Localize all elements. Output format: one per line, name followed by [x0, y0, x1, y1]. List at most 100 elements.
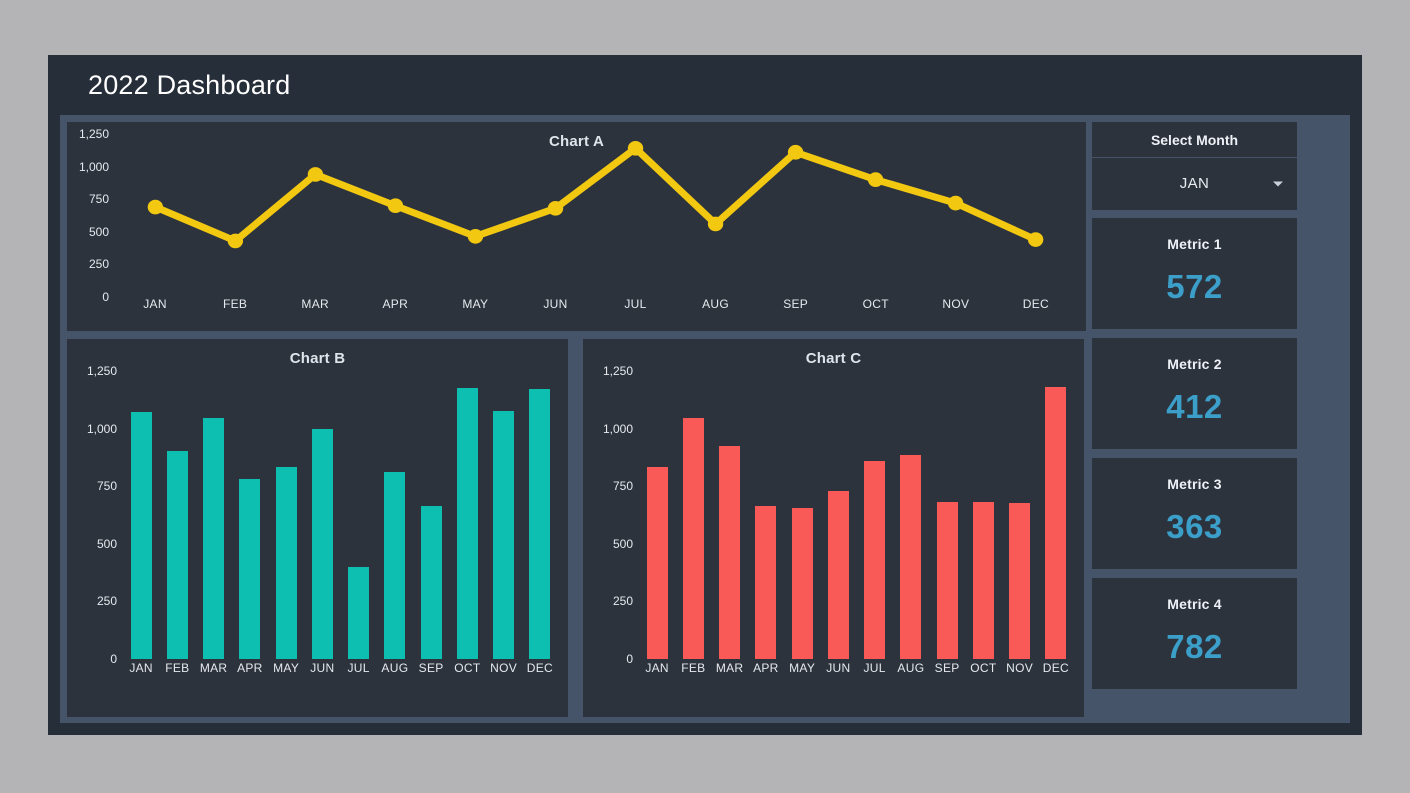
- chart-a-plot: [115, 134, 1076, 297]
- x-tick-label: MAR: [715, 661, 744, 675]
- y-tick-label: 0: [626, 652, 633, 666]
- y-tick-label: 250: [88, 257, 109, 272]
- data-point-dec[interactable]: [1027, 232, 1044, 247]
- y-tick-label: 250: [612, 594, 633, 609]
- x-tick-label: JAN: [645, 661, 669, 675]
- x-tick-label: APR: [382, 297, 409, 311]
- data-point-oct[interactable]: [867, 172, 884, 187]
- month-dropdown[interactable]: JAN: [1092, 158, 1297, 209]
- bar-nov[interactable]: [1009, 503, 1031, 659]
- bar-jan[interactable]: [130, 412, 152, 659]
- data-point-apr[interactable]: [387, 198, 404, 214]
- y-tick-label: 750: [96, 479, 117, 494]
- chart-a-line-svg: [147, 141, 1044, 249]
- data-point-feb[interactable]: [227, 233, 244, 249]
- y-tick-label: 1,250: [86, 364, 117, 378]
- x-tick-label: FEB: [681, 661, 706, 675]
- metric-2-value: 412: [1166, 388, 1223, 425]
- bar-slot: [196, 371, 232, 659]
- x-tick-label: SEP: [934, 661, 960, 675]
- data-point-jun[interactable]: [547, 200, 564, 216]
- x-tick-label: FEB: [165, 661, 190, 675]
- y-tick-label: 1,000: [86, 421, 117, 436]
- bar-may[interactable]: [791, 508, 813, 659]
- metric-3-card: Metric 3 363: [1092, 458, 1297, 569]
- chart-a-x-axis: JAN FEB MAR APR MAY JUN JUL AUG SEP OCT NOV DEC: [115, 297, 1076, 317]
- data-point-mar[interactable]: [307, 167, 324, 182]
- data-point-jul[interactable]: [627, 141, 644, 156]
- bar-mar[interactable]: [203, 418, 225, 659]
- bar-jan[interactable]: [646, 466, 668, 659]
- bar-slot: [857, 371, 893, 659]
- x-tick-label: AUG: [381, 661, 409, 675]
- bar-apr[interactable]: [239, 479, 261, 659]
- bar-feb[interactable]: [166, 450, 188, 659]
- y-tick-label: 1,000: [78, 159, 109, 174]
- bar-sep[interactable]: [936, 502, 958, 659]
- x-tick-label: NOV: [1006, 661, 1034, 675]
- x-tick-label: APR: [753, 661, 779, 675]
- bar-slot: [304, 371, 340, 659]
- bar-oct[interactable]: [456, 388, 478, 659]
- x-tick-label: JUL: [347, 661, 370, 675]
- data-point-nov[interactable]: [947, 195, 964, 211]
- bar-aug[interactable]: [900, 455, 922, 659]
- bar-oct[interactable]: [972, 502, 994, 659]
- y-tick-label: 0: [102, 290, 109, 304]
- bar-dec[interactable]: [1045, 387, 1067, 659]
- metric-1-title: Metric 1: [1167, 236, 1222, 252]
- bar-slot: [1002, 371, 1038, 659]
- data-point-sep[interactable]: [787, 144, 804, 160]
- bar-slot: [1038, 371, 1074, 659]
- select-month-card: Select Month JAN: [1092, 122, 1297, 210]
- x-tick-label: AUG: [702, 297, 730, 311]
- metric-1-card: Metric 1 572: [1092, 218, 1297, 329]
- x-tick-label: JUL: [863, 661, 886, 675]
- x-tick-label: JUL: [624, 297, 647, 311]
- bar-jun[interactable]: [311, 428, 333, 659]
- bar-slot: [748, 371, 784, 659]
- bar-jul[interactable]: [348, 566, 370, 659]
- data-point-may[interactable]: [467, 229, 484, 244]
- x-tick-label: JAN: [129, 661, 153, 675]
- bar-slot: [413, 371, 449, 659]
- chart-c-title: Chart C: [805, 350, 862, 367]
- chart-c-plot: [639, 371, 1074, 659]
- metric-2-title: Metric 2: [1167, 356, 1222, 372]
- y-tick-label: 750: [88, 192, 109, 207]
- x-tick-label: JAN: [143, 297, 167, 311]
- x-tick-label: OCT: [862, 297, 889, 311]
- bar-sep[interactable]: [420, 505, 442, 659]
- bar-slot: [820, 371, 856, 659]
- chart-b-card: Chart B 1,250 1,000 750 500 250 0 JAN FEB MAR AP…: [67, 339, 568, 717]
- metric-4-card: Metric 4 782: [1092, 578, 1297, 689]
- metric-2-card: Metric 2 412: [1092, 338, 1297, 449]
- bar-nov[interactable]: [493, 411, 515, 659]
- y-tick-label: 250: [96, 594, 117, 609]
- x-tick-label: MAR: [199, 661, 228, 675]
- y-tick-label: 1,250: [602, 364, 633, 378]
- bar-aug[interactable]: [384, 472, 406, 659]
- bar-jul[interactable]: [864, 460, 886, 659]
- data-point-jan[interactable]: [147, 199, 164, 215]
- bar-feb[interactable]: [682, 418, 704, 659]
- chart-c-y-axis: 1,250 1,000 750 500 250 0: [583, 365, 639, 665]
- x-tick-label: MAY: [462, 297, 489, 311]
- chart-b-plot: [123, 371, 558, 659]
- x-tick-label: FEB: [222, 297, 248, 311]
- bar-slot: [965, 371, 1001, 659]
- x-tick-label: AUG: [897, 661, 925, 675]
- select-month-label: Select Month: [1092, 122, 1297, 158]
- dashboard-header: 2022 Dashboard: [48, 55, 1362, 115]
- bar-jun[interactable]: [827, 490, 849, 659]
- x-tick-label: SEP: [418, 661, 444, 675]
- bar-mar[interactable]: [719, 445, 741, 659]
- x-tick-label: NOV: [490, 661, 518, 675]
- x-tick-label: JUN: [826, 661, 851, 675]
- bar-dec[interactable]: [529, 389, 551, 659]
- bar-apr[interactable]: [755, 505, 777, 659]
- data-point-aug[interactable]: [707, 216, 724, 232]
- month-dropdown-value: JAN: [1179, 175, 1210, 192]
- bar-may[interactable]: [275, 466, 297, 659]
- chart-c-x-axis: JAN FEB MAR APR MAY JUN JUL AUG SEP OCT NOV DEC: [639, 661, 1074, 681]
